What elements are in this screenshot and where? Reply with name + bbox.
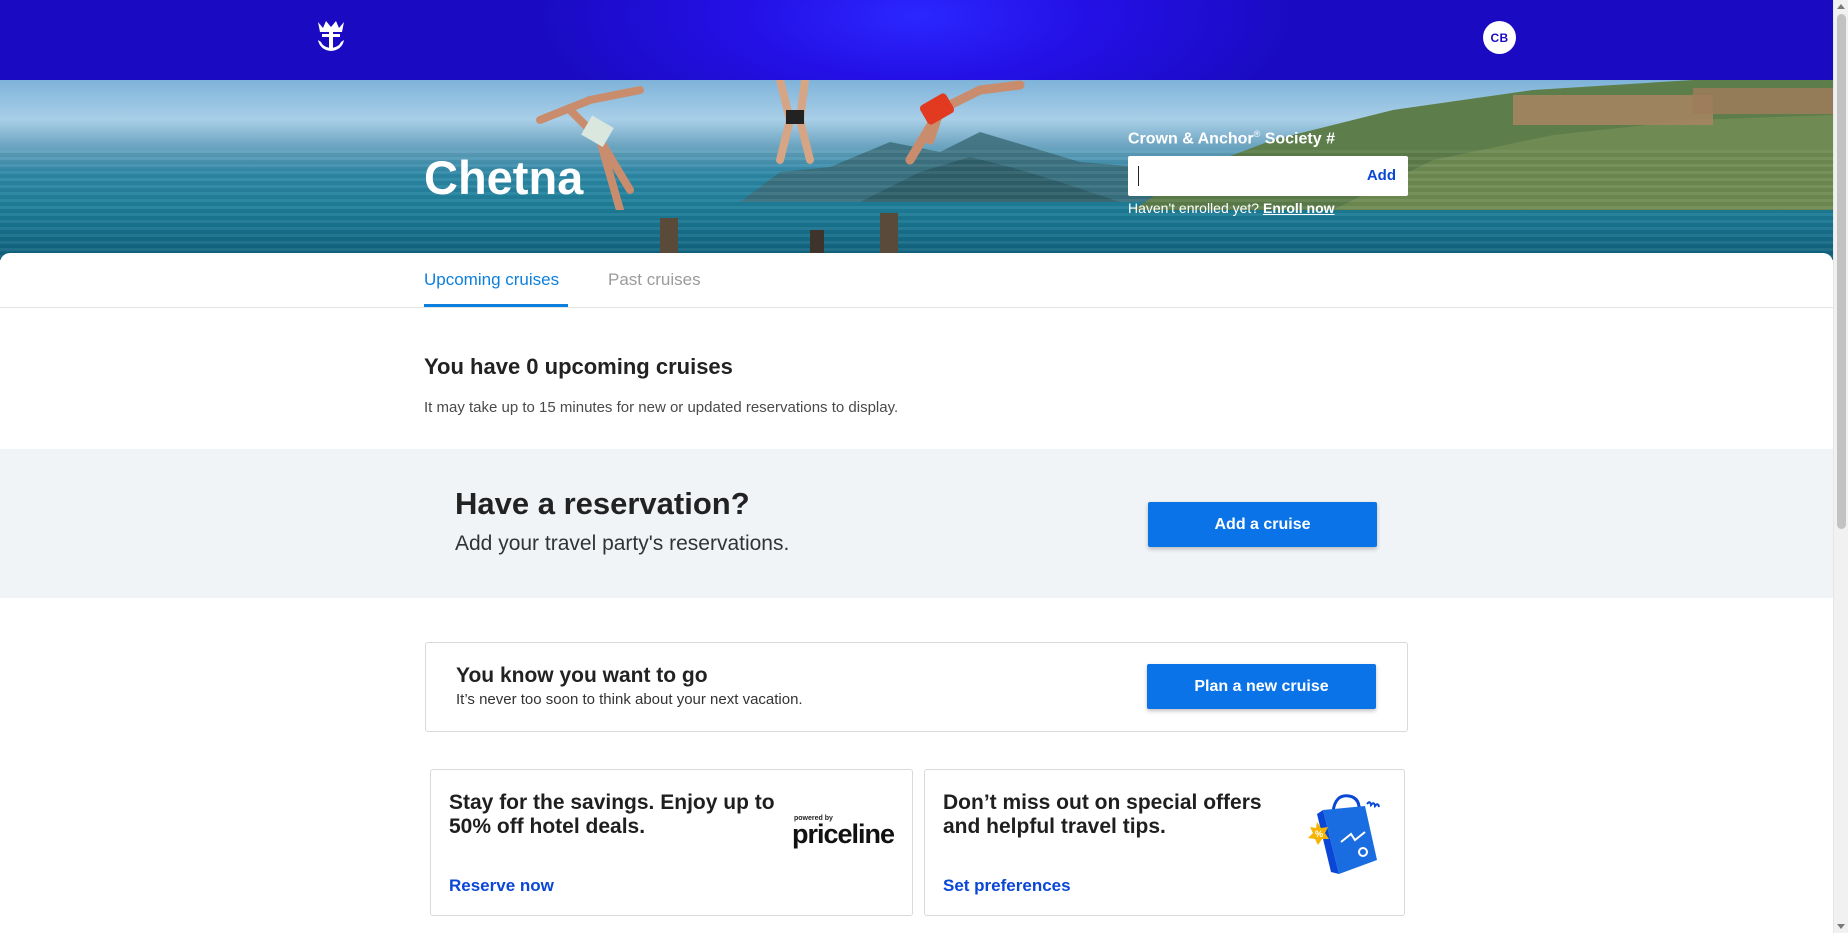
upcoming-cruises-note: It may take up to 15 minutes for new or … bbox=[424, 399, 899, 416]
plan-cruise-heading: You know you want to go bbox=[456, 664, 708, 687]
special-offers-heading: Don’t miss out on special offers and hel… bbox=[943, 791, 1262, 838]
reservation-section bbox=[0, 449, 1833, 598]
reservation-subtitle: Add your travel party's reservations. bbox=[455, 532, 790, 555]
royal-caribbean-logo-icon[interactable] bbox=[314, 18, 348, 54]
scrollbar-thumb[interactable] bbox=[1837, 14, 1846, 529]
add-a-cruise-button[interactable]: Add a cruise bbox=[1148, 502, 1377, 547]
top-header: CB bbox=[0, 0, 1833, 80]
user-avatar[interactable]: CB bbox=[1483, 21, 1516, 54]
set-preferences-link[interactable]: Set preferences bbox=[943, 876, 1071, 896]
hotel-deals-heading: Stay for the savings. Enjoy up to 50% of… bbox=[449, 791, 775, 838]
hero-banner: Chetna Crown & Anchor® Society # Add Hav… bbox=[0, 80, 1833, 260]
crown-anchor-number-input[interactable] bbox=[1136, 156, 1346, 196]
crown-anchor-field: Add bbox=[1128, 156, 1408, 196]
priceline-logo: powered by priceline bbox=[792, 815, 895, 849]
reserve-now-link[interactable]: Reserve now bbox=[449, 876, 554, 896]
tab-past-cruises[interactable]: Past cruises bbox=[608, 270, 701, 290]
crown-anchor-label: Crown & Anchor® Society # bbox=[1128, 129, 1335, 148]
shopping-bag-icon: % bbox=[1308, 794, 1380, 874]
crown-anchor-add-button[interactable]: Add bbox=[1367, 156, 1396, 196]
enroll-prompt: Haven't enrolled yet? Enroll now bbox=[1128, 200, 1335, 216]
user-first-name: Chetna bbox=[424, 151, 584, 204]
plan-a-new-cruise-button[interactable]: Plan a new cruise bbox=[1147, 664, 1376, 709]
upcoming-cruises-heading: You have 0 upcoming cruises bbox=[424, 354, 733, 379]
cruise-tabs: Upcoming cruises Past cruises bbox=[0, 253, 1833, 308]
active-tab-indicator bbox=[424, 304, 568, 307]
hero-person-graphic bbox=[905, 80, 1025, 165]
tab-upcoming-cruises[interactable]: Upcoming cruises bbox=[424, 270, 559, 290]
svg-text:%: % bbox=[1315, 829, 1323, 839]
page: CB Chetna Crown & Anchor® Society # Add … bbox=[0, 0, 1848, 933]
scroll-up-icon[interactable] bbox=[1837, 4, 1845, 9]
plan-cruise-subtitle: It’s never too soon to think about your … bbox=[456, 691, 803, 708]
scroll-down-icon[interactable] bbox=[1837, 924, 1845, 929]
text-cursor bbox=[1138, 166, 1139, 186]
page-scrollbar[interactable] bbox=[1833, 0, 1848, 933]
reservation-heading: Have a reservation? bbox=[455, 486, 750, 521]
enroll-now-link[interactable]: Enroll now bbox=[1263, 200, 1335, 216]
hero-person-graphic bbox=[776, 80, 814, 164]
